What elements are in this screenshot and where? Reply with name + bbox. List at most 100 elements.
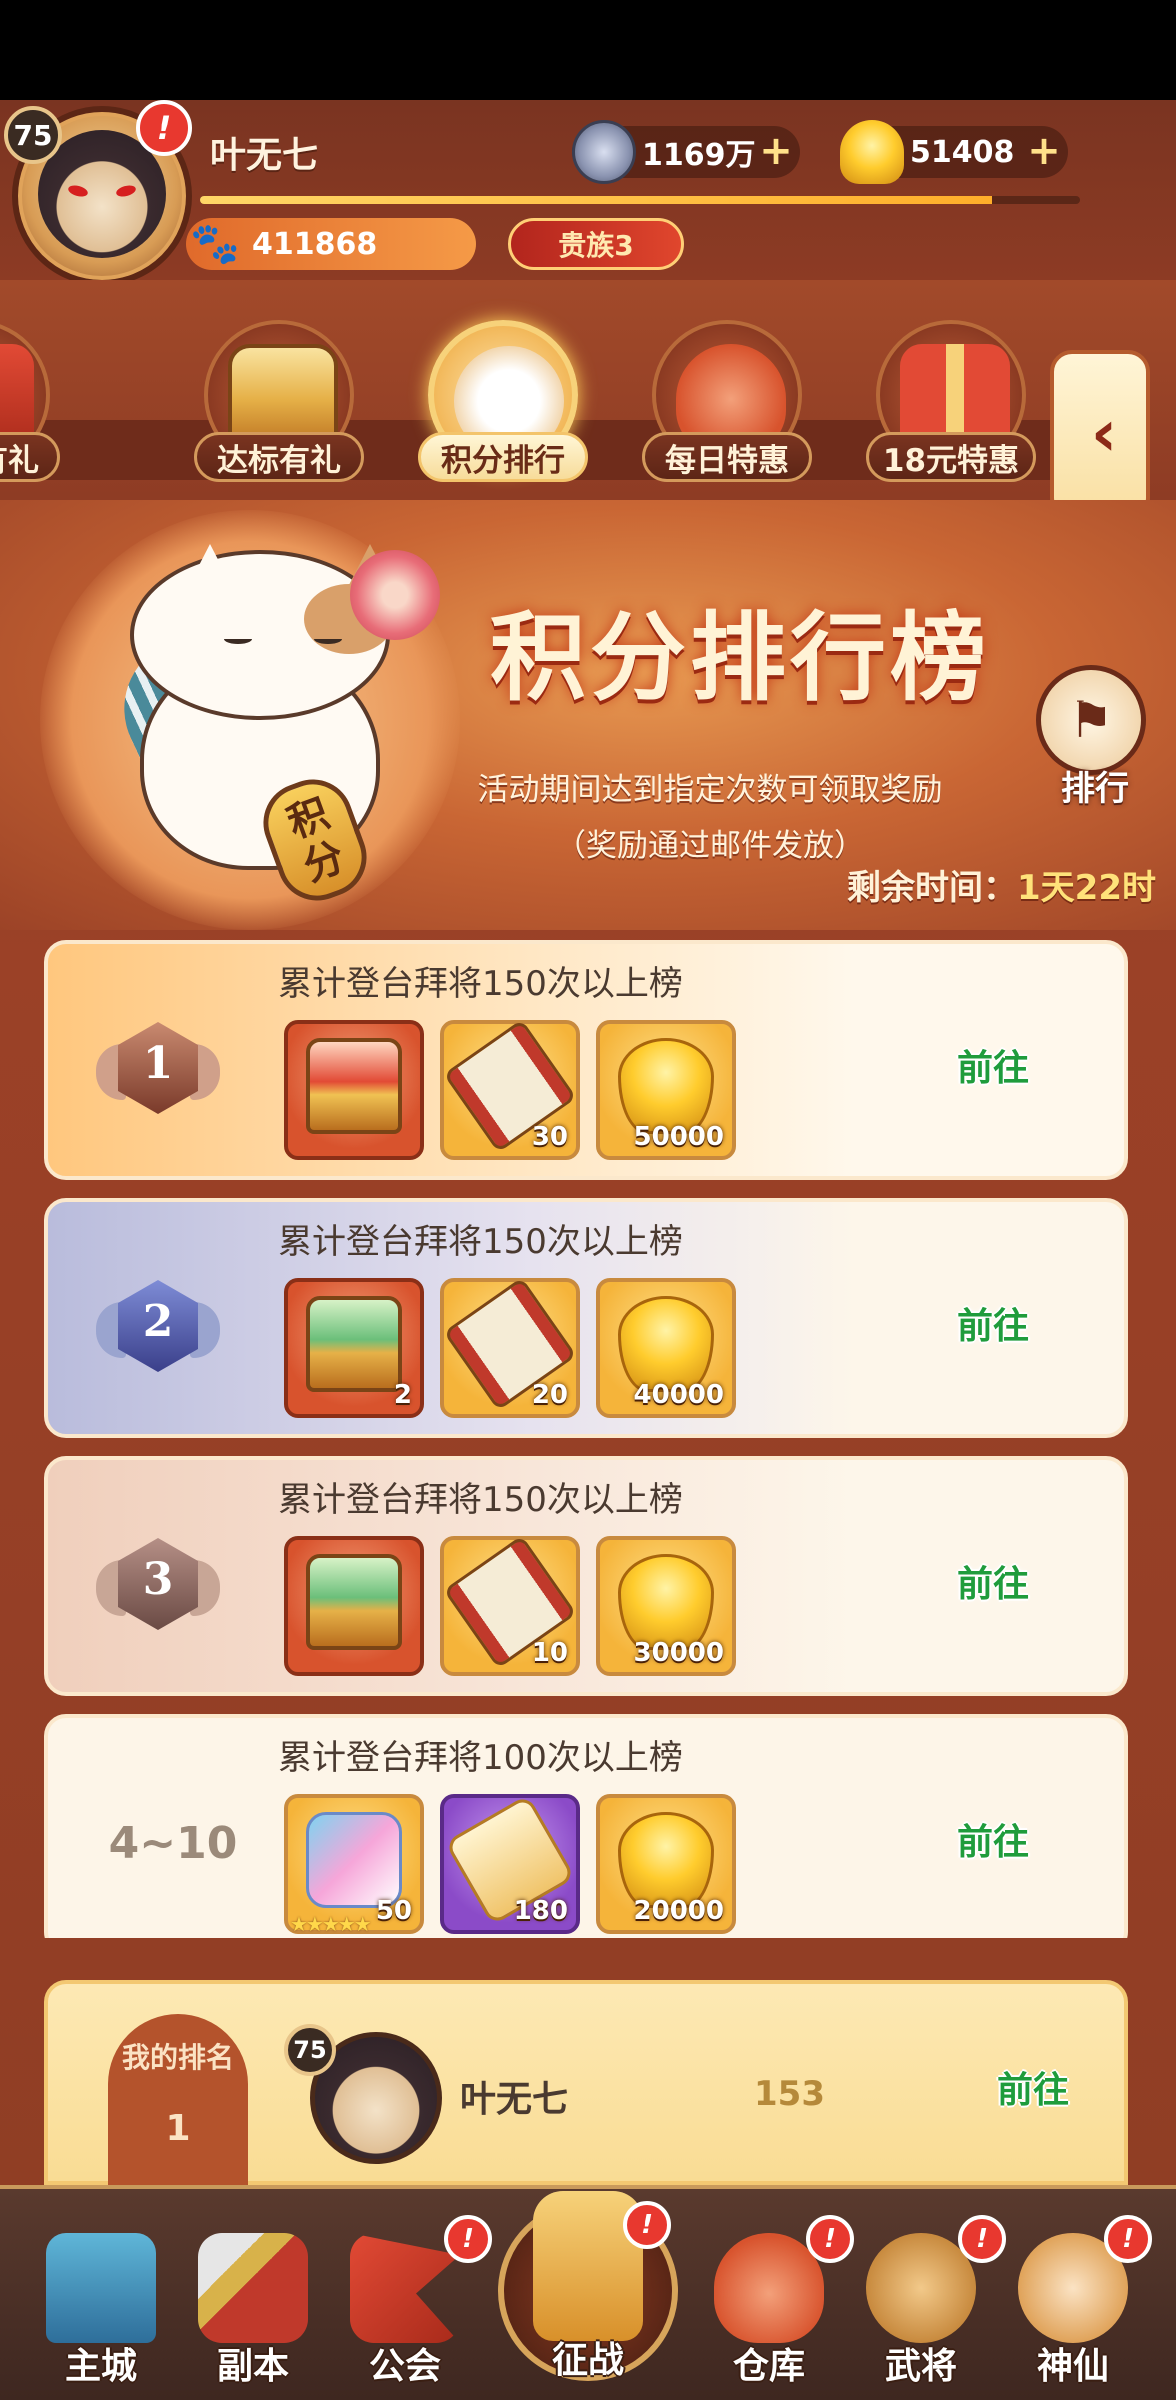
- flower-ornament-icon: [350, 550, 440, 640]
- nav-label: 神仙: [1036, 2346, 1109, 2387]
- player-header: 75 ! 叶无七 1169万 + 51408 + 🐾 411868 贵族3: [0, 100, 1176, 286]
- nav-guild[interactable]: 公会 !: [330, 2215, 492, 2395]
- reward-qty: 30000: [633, 1638, 724, 1668]
- rank-condition: 累计登台拜将150次以上榜: [278, 1480, 683, 1520]
- combat-power: 🐾 411868: [186, 218, 476, 270]
- banner-desc-line1: 活动期间达到指定次数可领取奖励: [477, 772, 943, 808]
- cat-head: [130, 544, 406, 720]
- alert-icon: !: [1104, 2215, 1152, 2263]
- tab-label: 每日特惠: [642, 432, 812, 482]
- status-bar-area: [0, 0, 1176, 100]
- nav-generals[interactable]: 武将 !: [846, 2215, 1006, 2395]
- tab-18-yuan-deal[interactable]: 18元特惠: [866, 320, 1036, 490]
- tab-points-ranking[interactable]: 积分排行: [418, 320, 588, 490]
- go-button[interactable]: 前往: [928, 1044, 1058, 1094]
- rank-reward-row: 3 累计登台拜将150次以上榜 10 30000 前往: [44, 1456, 1128, 1696]
- reward-qty: 20: [531, 1380, 568, 1410]
- noble-rank-label: 贵族3: [558, 229, 634, 262]
- reward-qty: 30: [531, 1122, 568, 1152]
- reward-item[interactable]: [284, 1020, 424, 1160]
- alert-icon: !: [623, 2201, 671, 2249]
- paw-icon: 🐾: [190, 221, 240, 267]
- gold-ingot-icon: [618, 1812, 714, 1908]
- reward-qty: 180: [513, 1896, 568, 1926]
- nav-label: 武将: [884, 2346, 957, 2387]
- rank-3-emblem: 3: [96, 1532, 220, 1642]
- jade-treasure-chest-icon: [306, 1296, 402, 1392]
- nav-warehouse[interactable]: 仓库 !: [694, 2215, 854, 2395]
- nav-immortals[interactable]: 神仙 !: [998, 2215, 1152, 2395]
- my-name: 叶无七: [460, 2079, 569, 2120]
- my-score: 153: [754, 2074, 825, 2114]
- tab-label: 积分排行: [418, 432, 588, 482]
- banner-title: 积分排行榜: [490, 601, 990, 714]
- my-go-button[interactable]: 前往: [968, 2066, 1098, 2116]
- go-button[interactable]: 前往: [928, 1560, 1058, 1610]
- rank-number: 3: [142, 1554, 174, 1605]
- reward-qty: 20000: [633, 1896, 724, 1926]
- reward-list[interactable]: 1 累计登台拜将150次以上榜 30 50000 前往 2 累计登台拜将150次…: [44, 940, 1128, 1938]
- banner-description: 活动期间达到指定次数可领取奖励 （奖励通过邮件发放）: [420, 762, 1000, 874]
- reward-item[interactable]: 40000: [596, 1278, 736, 1418]
- jade-treasure-chest-icon: [306, 1554, 402, 1650]
- nav-main-city[interactable]: 主城: [26, 2215, 176, 2395]
- reward-item[interactable]: 20000: [596, 1794, 736, 1934]
- red-treasure-chest-icon: [306, 1038, 402, 1134]
- copper-coin-icon: [572, 120, 636, 184]
- xp-progress-bar: [200, 196, 1080, 204]
- noble-rank-badge[interactable]: 贵族3: [508, 218, 684, 270]
- reward-item[interactable]: [284, 1536, 424, 1676]
- rank-range: 4~10: [108, 1818, 238, 1869]
- add-gold-button[interactable]: +: [1026, 131, 1062, 171]
- tab-daily-deals[interactable]: 每日特惠: [642, 320, 812, 490]
- guild-flag-icon: [350, 2233, 460, 2343]
- rank-number: 1: [142, 1038, 174, 1089]
- avatar-alert-icon: !: [136, 100, 192, 156]
- coin-currency: 1169万 +: [572, 120, 800, 184]
- gold-currency: 51408 +: [840, 120, 1068, 184]
- gold-ingot-icon: [840, 120, 904, 184]
- rank-reward-row: 2 累计登台拜将150次以上榜 2 20 40000 前往: [44, 1198, 1128, 1438]
- nav-label: 征战: [551, 2340, 624, 2381]
- reward-qty: 50000: [633, 1122, 724, 1152]
- event-tabs: 录有礼 达标有礼 积分排行 每日特惠 18元特惠 ‹: [0, 280, 1176, 520]
- reward-item[interactable]: 30000: [596, 1536, 736, 1676]
- cat-eye-right: [314, 634, 342, 644]
- tab-login-gift[interactable]: 录有礼: [0, 320, 60, 490]
- leaderboard-button[interactable]: ⚑ 排行: [1030, 665, 1160, 825]
- reward-item[interactable]: 50000: [596, 1020, 736, 1160]
- my-rank-title: 我的排名: [121, 2041, 234, 2074]
- reward-item[interactable]: 180: [440, 1794, 580, 1934]
- add-coin-button[interactable]: +: [758, 131, 794, 171]
- dungeon-sword-icon: [198, 2233, 308, 2343]
- reward-item[interactable]: 30: [440, 1019, 580, 1160]
- my-rank-value: 1: [165, 2108, 191, 2149]
- nav-battle[interactable]: 征战 !: [493, 2161, 683, 2391]
- reward-item[interactable]: 20: [440, 1277, 580, 1418]
- combat-power-value: 411868: [252, 226, 378, 262]
- alert-icon: !: [444, 2215, 492, 2263]
- reward-item[interactable]: 2: [284, 1278, 424, 1418]
- tab-label: 18元特惠: [866, 432, 1036, 482]
- go-button[interactable]: 前往: [928, 1818, 1058, 1868]
- reward-item[interactable]: 50 ★★★★★: [284, 1794, 424, 1936]
- collapse-tabs-button[interactable]: ‹: [1050, 350, 1150, 520]
- rank-reward-row: 1 累计登台拜将150次以上榜 30 50000 前往: [44, 940, 1128, 1180]
- gold-amount: 51408: [910, 134, 1015, 170]
- my-rank-tag: 我的排名 1: [108, 2014, 248, 2194]
- tab-label: 达标有礼: [194, 432, 364, 482]
- nav-dungeon[interactable]: 副本: [178, 2215, 328, 2395]
- cat-ear-left: [174, 544, 246, 614]
- gold-ingot-icon: [618, 1296, 714, 1392]
- nav-label: 主城: [64, 2346, 137, 2387]
- rank-2-emblem: 2: [96, 1274, 220, 1384]
- nav-label: 公会: [368, 2346, 441, 2387]
- tab-target-gift[interactable]: 达标有礼: [194, 320, 364, 490]
- gold-ingot-icon: [618, 1554, 714, 1650]
- reward-item[interactable]: 10: [440, 1535, 580, 1676]
- rank-1-emblem: 1: [96, 1016, 220, 1126]
- go-button[interactable]: 前往: [928, 1302, 1058, 1352]
- tab-label: 录有礼: [0, 432, 60, 482]
- remaining-time: 剩余时间：1天22时: [847, 860, 1156, 909]
- my-level-badge: 75: [284, 2024, 336, 2076]
